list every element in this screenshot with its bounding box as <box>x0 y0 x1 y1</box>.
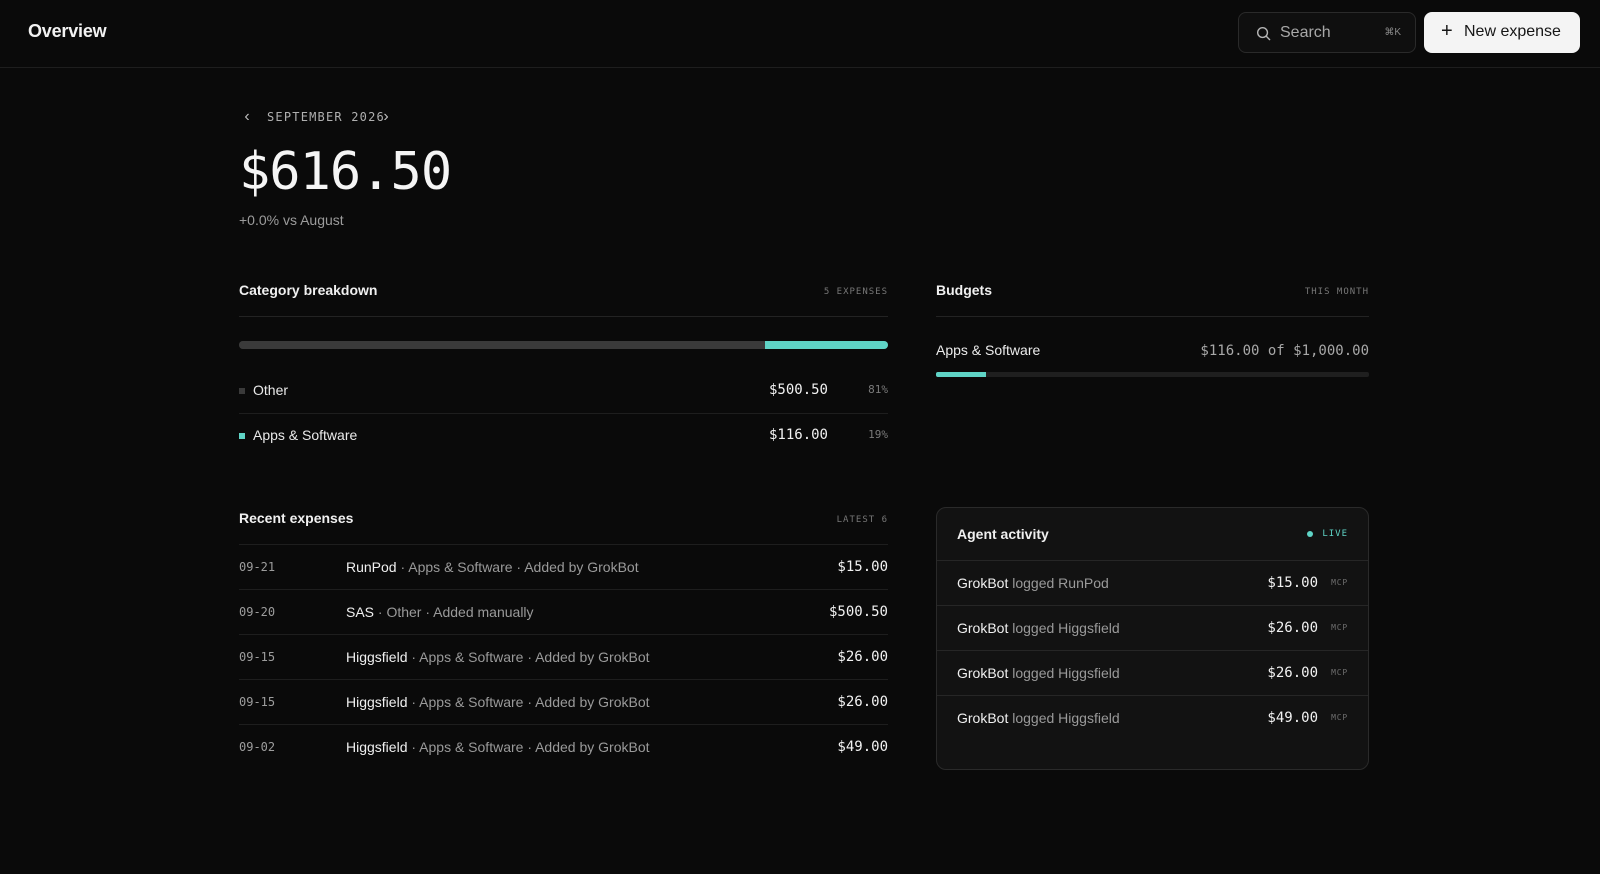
expense-date: 09-02 <box>239 740 276 754</box>
category-stacked-bar <box>239 341 888 349</box>
activity-action: logged Higgsfield <box>1008 665 1120 681</box>
agent-activity-card: Agent activity LIVE GrokBot logged RunPo… <box>936 507 1369 770</box>
expense-row[interactable]: 09-15 Higgsfield · Apps & Software · Add… <box>239 679 888 724</box>
expense-description: Higgsfield · Apps & Software · Added by … <box>346 649 650 665</box>
activity-amount: $15.00 <box>1267 575 1318 591</box>
search-input[interactable]: Search ⌘K <box>1238 12 1416 53</box>
search-icon <box>1256 26 1271 41</box>
budget-progress-bar <box>936 372 1369 377</box>
expense-details: · Other · Added manually <box>374 604 534 620</box>
budget-amount: $116.00 of $1,000.00 <box>1200 343 1369 359</box>
category-percent: 19% <box>868 428 888 441</box>
agent-activity-header: Agent activity LIVE <box>937 508 1368 561</box>
expense-date: 09-21 <box>239 560 276 574</box>
category-swatch <box>239 433 245 439</box>
activity-source: MCP <box>1331 623 1348 632</box>
category-row-apps-software[interactable]: Apps & Software $116.00 19% <box>239 414 888 459</box>
expense-details: · Apps & Software · Added by GrokBot <box>407 649 650 665</box>
divider <box>936 316 1369 317</box>
expense-details: · Apps & Software · Added by GrokBot <box>407 694 650 710</box>
expense-description: Higgsfield · Apps & Software · Added by … <box>346 739 650 755</box>
expense-details: · Apps & Software · Added by GrokBot <box>396 559 639 575</box>
activity-amount: $26.00 <box>1267 665 1318 681</box>
activity-source: MCP <box>1331 713 1348 722</box>
activity-source: MCP <box>1331 668 1348 677</box>
page-title: Overview <box>28 21 107 41</box>
bar-segment-apps-software <box>765 341 888 349</box>
category-swatch <box>239 388 245 394</box>
expense-details: · Apps & Software · Added by GrokBot <box>407 739 650 755</box>
activity-action: logged RunPod <box>1008 575 1109 591</box>
budgets-meta: THIS MONTH <box>1304 287 1369 297</box>
activity-text: GrokBot logged RunPod <box>957 575 1109 591</box>
expense-row[interactable]: 09-20 SAS · Other · Added manually $500.… <box>239 589 888 634</box>
category-amount: $500.50 <box>768 382 828 398</box>
activity-action: logged Higgsfield <box>1008 710 1120 726</box>
category-name: Other <box>253 382 289 398</box>
new-expense-button[interactable]: + New expense <box>1424 12 1580 53</box>
activity-row[interactable]: GrokBot logged Higgsfield $26.00 MCP <box>937 651 1368 696</box>
expense-amount: $15.00 <box>837 559 888 575</box>
activity-agent: GrokBot <box>957 710 1009 726</box>
expense-date: 09-20 <box>239 605 276 619</box>
live-status: LIVE <box>1322 529 1348 539</box>
agent-activity-title: Agent activity <box>957 526 1049 542</box>
activity-action: logged Higgsfield <box>1008 620 1120 636</box>
chevron-left-icon[interactable]: ‹ <box>239 108 255 126</box>
expense-vendor: RunPod <box>346 559 397 575</box>
activity-row[interactable]: GrokBot logged Higgsfield $49.00 MCP <box>937 696 1368 741</box>
top-bar: Overview Search ⌘K + New expense <box>0 0 1600 68</box>
activity-row[interactable]: GrokBot logged RunPod $15.00 MCP <box>937 561 1368 606</box>
expense-description: Higgsfield · Apps & Software · Added by … <box>346 694 650 710</box>
expense-description: RunPod · Apps & Software · Added by Grok… <box>346 559 639 575</box>
budget-progress-fill <box>936 372 987 377</box>
expense-row[interactable]: 09-15 Higgsfield · Apps & Software · Add… <box>239 634 888 679</box>
category-amount: $116.00 <box>768 427 828 443</box>
category-row-other[interactable]: Other $500.50 81% <box>239 369 888 414</box>
activity-text: GrokBot logged Higgsfield <box>957 620 1120 636</box>
month-label: SEPTEMBER 2026 <box>267 110 385 124</box>
activity-text: GrokBot logged Higgsfield <box>957 710 1120 726</box>
search-label: Search <box>1280 24 1331 41</box>
month-delta: +0.0% vs August <box>239 212 344 228</box>
expense-row[interactable]: 09-21 RunPod · Apps & Software · Added b… <box>239 544 888 589</box>
category-breakdown-title: Category breakdown <box>239 282 378 298</box>
expense-vendor: Higgsfield <box>346 694 408 710</box>
category-name: Apps & Software <box>253 427 358 443</box>
activity-amount: $26.00 <box>1267 620 1318 636</box>
activity-source: MCP <box>1331 578 1348 587</box>
new-expense-label: New expense <box>1464 23 1561 40</box>
expense-amount: $26.00 <box>837 694 888 710</box>
activity-agent: GrokBot <box>957 575 1009 591</box>
recent-expenses-title: Recent expenses <box>239 510 354 526</box>
activity-text: GrokBot logged Higgsfield <box>957 665 1120 681</box>
plus-icon: + <box>1441 20 1453 42</box>
monthly-total: $616.50 <box>239 142 452 202</box>
expense-vendor: Higgsfield <box>346 739 408 755</box>
activity-row[interactable]: GrokBot logged Higgsfield $26.00 MCP <box>937 606 1368 651</box>
expense-vendor: SAS <box>346 604 375 620</box>
bar-segment-other <box>239 341 765 349</box>
live-indicator-dot <box>1307 531 1313 537</box>
expense-amount: $26.00 <box>837 649 888 665</box>
budgets-title: Budgets <box>936 282 992 298</box>
expense-date: 09-15 <box>239 695 276 709</box>
category-breakdown-meta: 5 EXPENSES <box>823 287 888 297</box>
expense-date: 09-15 <box>239 650 276 664</box>
expense-vendor: Higgsfield <box>346 649 408 665</box>
category-percent: 81% <box>868 383 888 396</box>
search-shortcut: ⌘K <box>1384 27 1401 38</box>
expense-amount: $49.00 <box>837 739 888 755</box>
expense-amount: $500.50 <box>828 604 888 620</box>
expense-row[interactable]: 09-02 Higgsfield · Apps & Software · Add… <box>239 724 888 769</box>
activity-agent: GrokBot <box>957 665 1009 681</box>
activity-agent: GrokBot <box>957 620 1009 636</box>
activity-amount: $49.00 <box>1267 710 1318 726</box>
chevron-right-icon[interactable]: › <box>378 108 394 126</box>
budget-name[interactable]: Apps & Software <box>936 342 1040 358</box>
recent-expenses-meta: LATEST 6 <box>836 515 888 525</box>
expense-description: SAS · Other · Added manually <box>346 604 534 620</box>
divider <box>239 316 888 317</box>
